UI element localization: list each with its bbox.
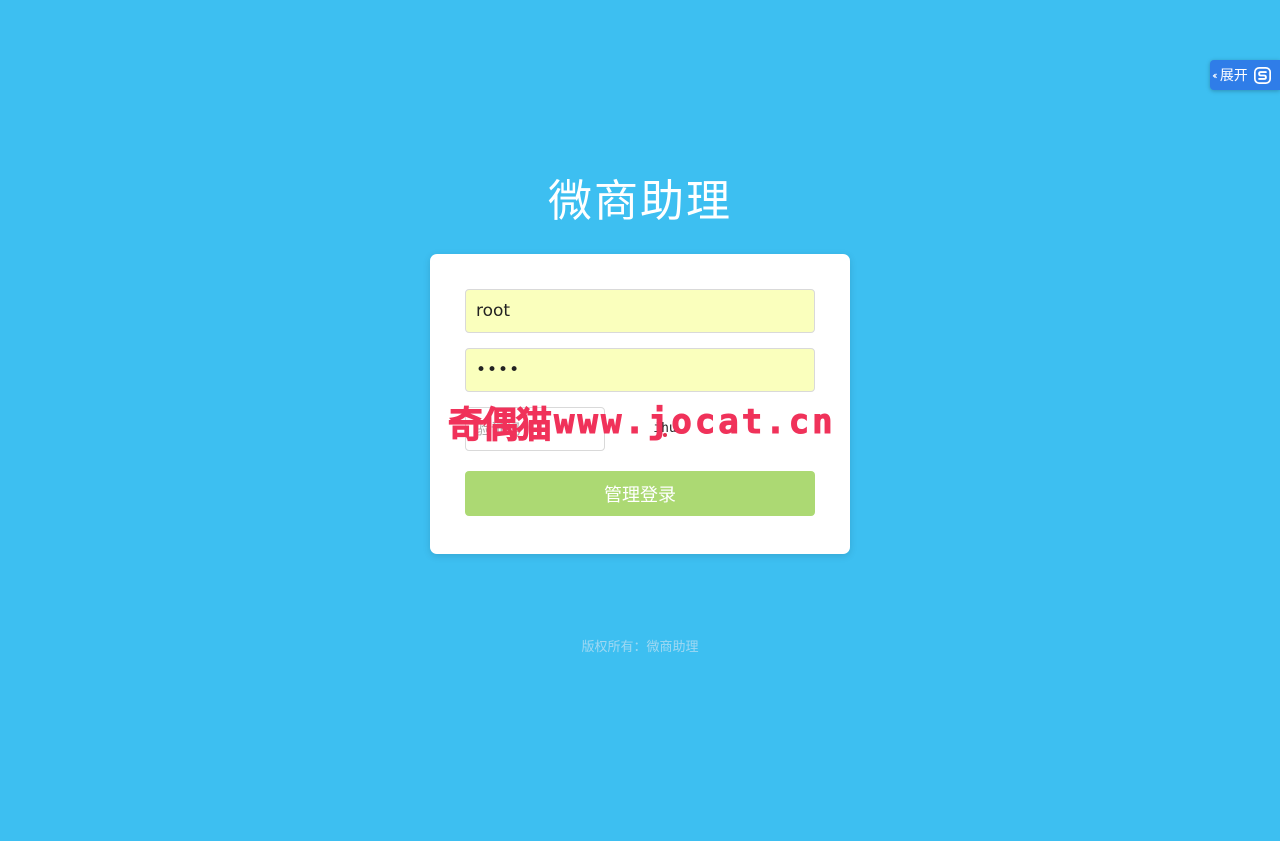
- page-title: 微商助理: [548, 176, 732, 227]
- captcha-noise-dot: [663, 433, 667, 437]
- translate-logo-icon: [1253, 66, 1271, 84]
- login-card: ihu 管理登录: [430, 254, 850, 554]
- password-input[interactable]: [465, 348, 815, 392]
- captcha-input[interactable]: [465, 407, 605, 451]
- captcha-image[interactable]: ihu: [635, 414, 695, 444]
- username-input[interactable]: [465, 289, 815, 333]
- footer-copyright: 版权所有：微商助理: [581, 640, 699, 655]
- login-button[interactable]: 管理登录: [465, 471, 815, 516]
- expand-label: 展开: [1219, 68, 1248, 84]
- expand-widget-button[interactable]: ‹‹ 展开: [1210, 60, 1280, 90]
- double-chevron-left-icon: ‹‹: [1212, 68, 1218, 82]
- login-page: 微商助理 ihu 管理登录 奇偶猫www.jocat.cn 版权所有：微商助理 …: [0, 0, 1280, 841]
